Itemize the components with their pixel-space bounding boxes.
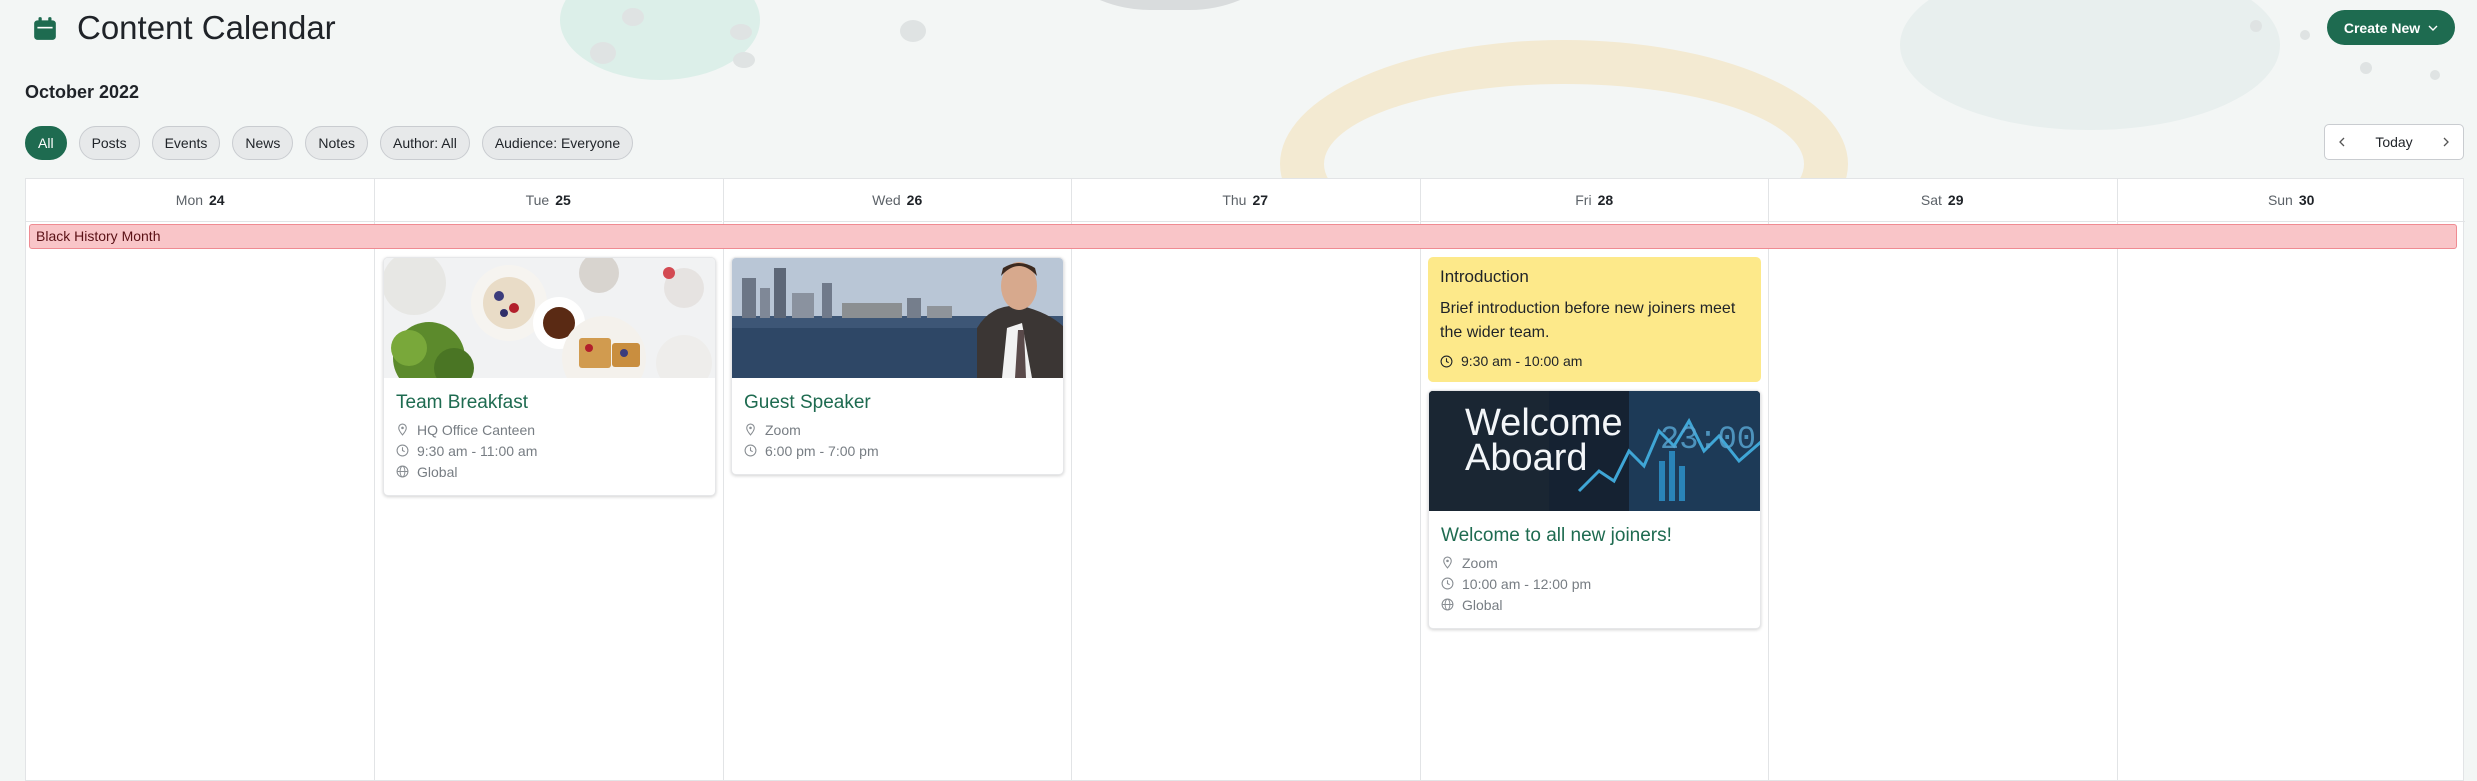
chevron-left-icon (2339, 137, 2345, 147)
welcome-image-text-2: Aboard (1465, 437, 1588, 479)
column-divider (723, 179, 724, 780)
event-audience-text: Global (1462, 596, 1503, 613)
calendar-icon (34, 17, 56, 40)
event-time-text: 9:30 am - 11:00 am (417, 442, 538, 459)
day-name: Wed (872, 192, 901, 208)
day-header-sun: Sun 30 (2117, 179, 2466, 222)
event-card-guest-speaker[interactable]: Guest Speaker Zoom 6:00 pm - 7:00 pm (731, 257, 1064, 475)
clock-icon (396, 444, 409, 457)
day-name: Mon (175, 192, 204, 208)
note-title: Introduction (1440, 267, 1529, 286)
event-location-text: Zoom (765, 421, 801, 438)
event-audience: Global (396, 463, 715, 480)
day-name: Sun (2267, 192, 2293, 208)
event-location-text: HQ Office Canteen (417, 421, 536, 438)
day-number: 27 (1252, 192, 1269, 208)
event-time: 9:30 am - 11:00 am (396, 442, 715, 459)
day-header-fri: Fri 28 (1420, 179, 1769, 222)
day-name: Tue (525, 192, 550, 208)
filter-news[interactable]: News (232, 126, 294, 160)
event-time: 10:00 am - 12:00 pm (1441, 575, 1760, 592)
filter-author[interactable]: Author: All (379, 126, 470, 160)
event-time: 6:00 pm - 7:00 pm (744, 442, 1063, 459)
day-number: 25 (555, 192, 571, 208)
ticker-numbers: 23:00 (1659, 421, 1756, 458)
event-time-text: 10:00 am - 12:00 pm (1462, 575, 1592, 592)
guest-speaker-image (732, 258, 1063, 378)
today-button[interactable]: Today (2359, 134, 2429, 150)
day-number: 29 (1947, 192, 1964, 208)
day-number: 28 (1597, 192, 1614, 208)
column-divider (2117, 179, 2118, 780)
day-number: 24 (209, 192, 225, 208)
event-card-welcome[interactable]: Welcome Aboard 23:00 Welcome to all new … (1428, 390, 1761, 629)
location-pin-icon (746, 423, 755, 436)
note-time: 9:30 am - 10:00 am (1440, 353, 1749, 369)
column-divider (1420, 179, 1421, 780)
filter-notes[interactable]: Notes (305, 126, 368, 160)
note-time-text: 9:30 am - 10:00 am (1461, 353, 1583, 369)
create-new-button[interactable]: Create New (2327, 10, 2455, 45)
location-pin-icon (1443, 556, 1452, 569)
chevron-down-icon (2428, 25, 2438, 31)
previous-week-button[interactable] (2325, 125, 2359, 159)
clock-icon (1441, 577, 1454, 590)
event-title: Guest Speaker (744, 392, 871, 413)
next-week-button[interactable] (2429, 125, 2463, 159)
filter-events[interactable]: Events (151, 126, 221, 160)
event-audience-text: Global (417, 463, 458, 480)
clock-icon (744, 444, 757, 457)
event-time-text: 6:00 pm - 7:00 pm (765, 442, 879, 459)
breakfast-image (384, 258, 715, 378)
event-title: Team Breakfast (396, 392, 528, 413)
event-location: Zoom (744, 421, 1063, 438)
clock-icon (1440, 355, 1453, 367)
filter-bar: All Posts Events News Notes Author: All … (25, 126, 634, 160)
event-location-text: Zoom (1462, 554, 1498, 571)
day-number: 30 (2298, 192, 2315, 208)
week-calendar: Mon 24 Tue 25 Wed 26 Thu 27 Fri 28 Sat 29 Sun 3… (25, 178, 2466, 781)
day-header-tue: Tue 25 (374, 179, 723, 222)
page-title: Content Calendar (77, 9, 336, 46)
filter-posts[interactable]: Posts (78, 126, 140, 160)
welcome-aboard-image: Welcome Aboard 23:00 (1429, 391, 1760, 511)
event-title: Welcome to all new joiners! (1441, 525, 1672, 546)
day-number: 26 (906, 192, 923, 208)
column-divider (374, 179, 375, 780)
event-card-team-breakfast[interactable]: Team Breakfast HQ Office Canteen 9:30 am… (383, 257, 716, 496)
globe-icon (396, 465, 409, 478)
filter-audience[interactable]: Audience: Everyone (481, 126, 634, 160)
create-new-label: Create New (2343, 19, 2421, 36)
location-pin-icon (398, 423, 407, 436)
day-name: Fri (1575, 192, 1592, 208)
date-pager: Today (2324, 124, 2464, 160)
day-header-thu: Thu 27 (1071, 179, 1420, 222)
note-introduction[interactable]: Introduction Brief introduction before n… (1428, 257, 1761, 382)
note-body: Brief introduction before new joiners me… (1440, 300, 1736, 341)
event-audience: Global (1441, 596, 1760, 613)
event-location: Zoom (1441, 554, 1760, 571)
chevron-right-icon (2443, 137, 2449, 147)
day-header-sat: Sat 29 (1768, 179, 2117, 222)
black-history-month-banner[interactable]: Black History Month (29, 224, 2457, 249)
column-divider (1768, 179, 1769, 780)
app-header: Content Calendar Create New (0, 0, 2477, 58)
day-header-wed: Wed 26 (723, 179, 1072, 222)
event-location: HQ Office Canteen (396, 421, 715, 438)
day-name: Thu (1222, 192, 1247, 208)
globe-icon (1441, 598, 1454, 611)
column-divider (1071, 179, 1072, 780)
month-label: October 2022 (25, 82, 140, 102)
day-header-mon: Mon 24 (26, 179, 375, 222)
day-name: Sat (1920, 192, 1942, 208)
filter-all[interactable]: All (25, 126, 67, 160)
